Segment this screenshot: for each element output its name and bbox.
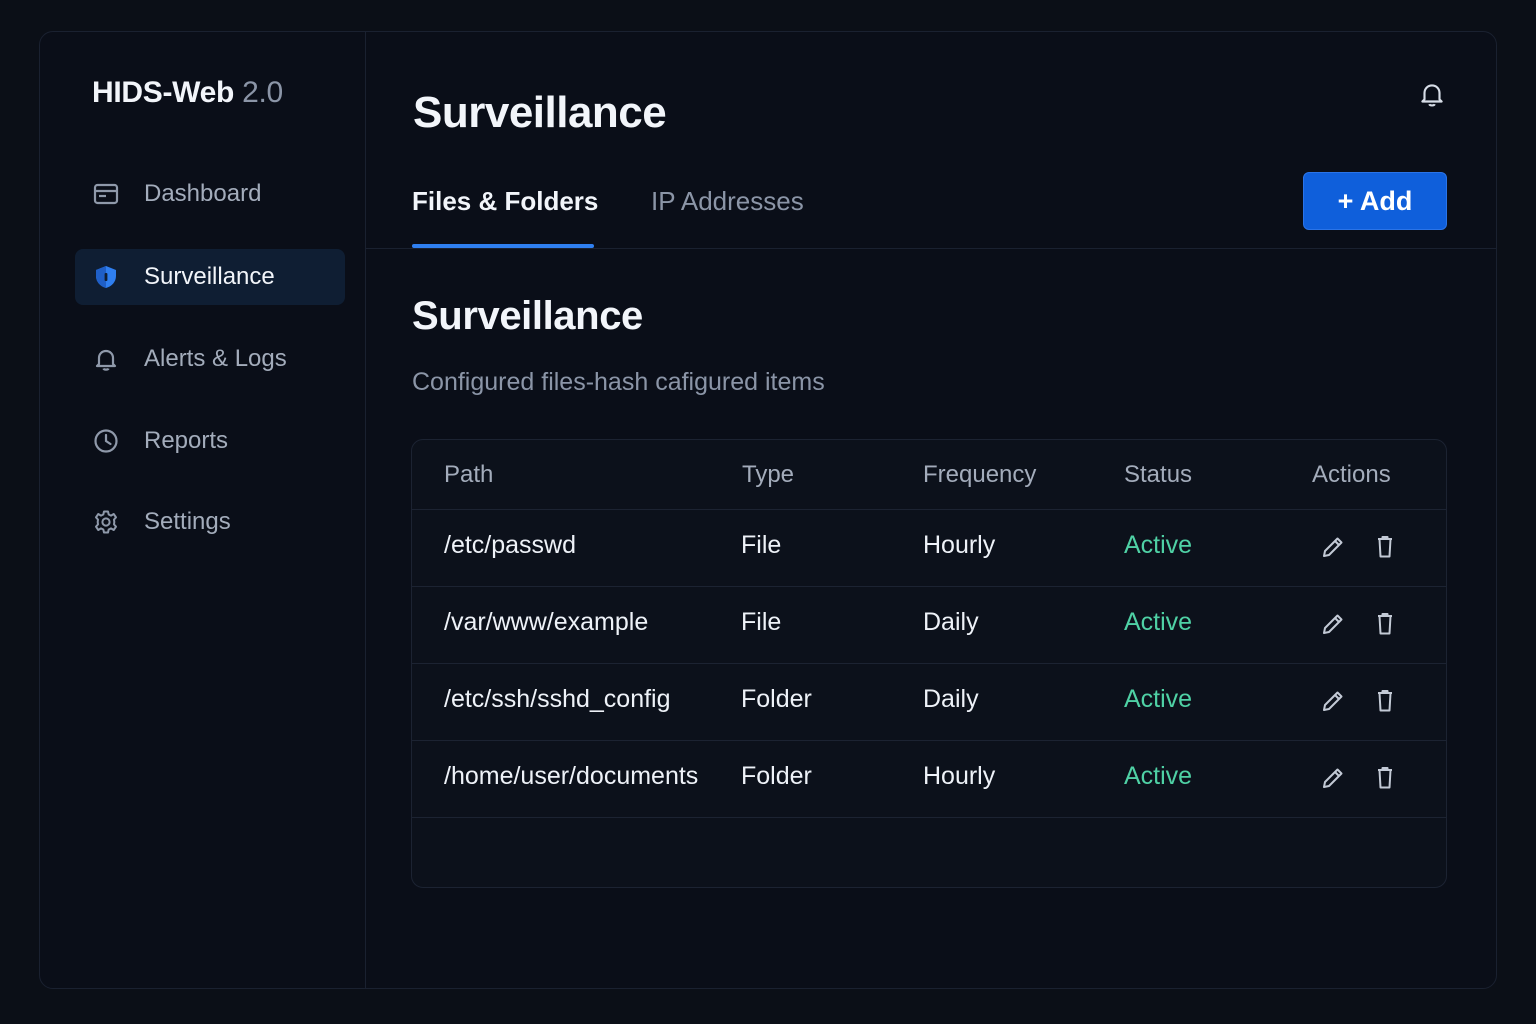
sidebar-item-dashboard[interactable]: Dashboard (75, 166, 345, 222)
table-row: /etc/passwd File Hourly Active (412, 510, 1446, 587)
cell-frequency: Hourly (923, 531, 996, 559)
pencil-icon[interactable] (1318, 686, 1348, 716)
clock-icon (92, 427, 120, 455)
tabs-divider (366, 248, 1496, 249)
sidebar-item-label: Reports (144, 427, 229, 454)
cell-path: /var/www/example (444, 608, 649, 636)
cell-type: File (741, 608, 782, 636)
page-title: Surveillance (413, 88, 667, 137)
cell-frequency: Daily (923, 608, 979, 636)
notifications-bell-icon[interactable] (1416, 78, 1448, 110)
pencil-icon[interactable] (1318, 532, 1348, 562)
brand-name: HIDS-Web (92, 76, 235, 109)
trash-icon[interactable] (1370, 609, 1400, 639)
column-header-type: Type (742, 461, 795, 488)
sidebar-item-alerts-logs[interactable]: Alerts & Logs (75, 331, 345, 387)
table-row: /etc/ssh/sshd_config Folder Daily Active (412, 664, 1446, 741)
sidebar-item-reports[interactable]: Reports (75, 413, 345, 469)
cell-type: File (741, 531, 782, 559)
cell-path: /home/user/documents (444, 762, 699, 790)
status-badge: Active (1124, 762, 1193, 790)
main-content: Surveillance Files & Folders IP Addresse… (366, 32, 1496, 988)
pencil-icon[interactable] (1318, 763, 1348, 793)
add-button[interactable]: + Add (1303, 172, 1447, 230)
column-header-status: Status (1124, 461, 1193, 488)
sidebar-item-label: Dashboard (144, 180, 262, 207)
trash-icon[interactable] (1370, 686, 1400, 716)
brand-logo: HIDS-Web 2.0 (92, 76, 283, 110)
section-subtitle: Configured files-hash cafigured items (412, 368, 825, 396)
sidebar-item-label: Alerts & Logs (144, 345, 287, 372)
cell-type: Folder (741, 685, 812, 713)
shield-icon (92, 263, 120, 291)
sidebar-item-label: Surveillance (144, 263, 275, 290)
table-header: Path Type Frequency Status Actions (412, 440, 1446, 510)
status-badge: Active (1124, 608, 1193, 636)
cell-frequency: Hourly (923, 762, 996, 790)
section-title: Surveillance (412, 294, 643, 338)
gear-icon (92, 508, 120, 536)
surveillance-table: Path Type Frequency Status Actions /etc/… (411, 439, 1447, 888)
table-row: /var/www/example File Daily Active (412, 587, 1446, 664)
status-badge: Active (1124, 685, 1193, 713)
cell-path: /etc/ssh/sshd_config (444, 685, 671, 713)
bell-icon (92, 345, 120, 373)
tab-ip-addresses[interactable]: IP Addresses (651, 186, 804, 217)
column-header-frequency: Frequency (923, 461, 1037, 488)
trash-icon[interactable] (1370, 763, 1400, 793)
sidebar-item-label: Settings (144, 508, 231, 535)
column-header-path: Path (444, 461, 494, 488)
app-window: HIDS-Web 2.0 Dashboard Surveillance Aler… (39, 31, 1497, 989)
sidebar-item-surveillance[interactable]: Surveillance (75, 249, 345, 305)
trash-icon[interactable] (1370, 532, 1400, 562)
table-row: /home/user/documents Folder Hourly Activ… (412, 741, 1446, 818)
cell-frequency: Daily (923, 685, 979, 713)
tab-files-folders[interactable]: Files & Folders (412, 186, 598, 217)
dashboard-icon (92, 180, 120, 208)
sidebar: HIDS-Web 2.0 Dashboard Surveillance Aler… (40, 32, 366, 988)
status-badge: Active (1124, 531, 1193, 559)
sidebar-item-settings[interactable]: Settings (75, 494, 345, 550)
brand-version: 2.0 (242, 76, 283, 109)
cell-path: /etc/passwd (444, 531, 577, 559)
pencil-icon[interactable] (1318, 609, 1348, 639)
cell-type: Folder (741, 762, 812, 790)
column-header-actions: Actions (1312, 461, 1391, 488)
